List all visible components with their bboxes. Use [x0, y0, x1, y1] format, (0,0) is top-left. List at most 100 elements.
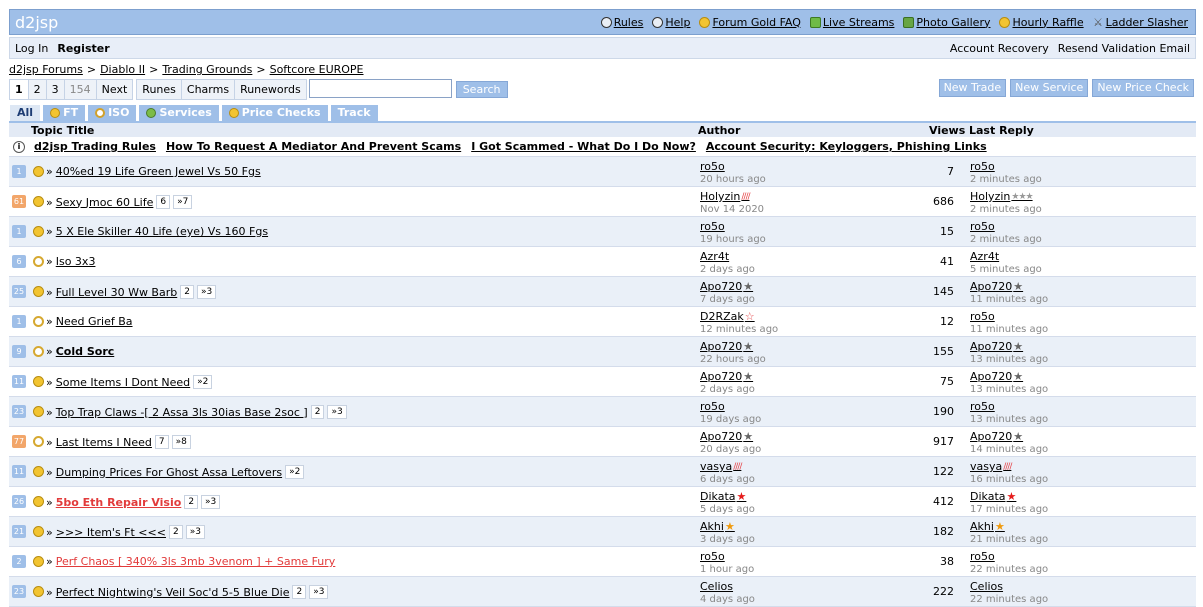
crumb-diablo[interactable]: Diablo II	[100, 63, 145, 76]
topic-title-link[interactable]: Last Items I Need	[56, 436, 152, 449]
topic-page-link[interactable]: »3	[185, 525, 205, 539]
last-reply-user-link[interactable]: Akhi	[970, 520, 994, 533]
topic-title-link[interactable]: 40%ed 19 Life Green Jewel Vs 50 Fgs	[56, 165, 261, 178]
tab-ft[interactable]: FT	[43, 105, 86, 121]
new-price-check-button[interactable]: New Price Check	[1092, 79, 1194, 97]
last-reply-user-link[interactable]: Apo720	[970, 280, 1012, 293]
table-row[interactable]: 6» Iso 3x3 Azr4t 2 days ago 41 Azr4t 5 minutes…	[9, 247, 1196, 277]
next-page-button[interactable]: Next	[95, 79, 134, 100]
topic-title-link[interactable]: Dumping Prices For Ghost Assa Leftovers	[56, 466, 282, 479]
tab-track[interactable]: Track	[330, 105, 378, 121]
topic-title-link[interactable]: Sexy Jmoc 60 Life	[56, 196, 154, 209]
tab-all[interactable]: All	[10, 105, 41, 121]
last-reply-user-link[interactable]: Holyzin	[970, 190, 1010, 203]
author-link[interactable]: vasya	[700, 460, 732, 473]
search-input[interactable]	[308, 79, 452, 98]
sticky-link[interactable]: I Got Scammed - What Do I Do Now?	[471, 140, 696, 153]
page-last[interactable]: 154	[63, 79, 97, 100]
sticky-link[interactable]: d2jsp Trading Rules	[34, 140, 156, 153]
last-reply-user-link[interactable]: ro5o	[970, 160, 995, 173]
table-row[interactable]: 1 » 40%ed 19 Life Green Jewel Vs 50 Fgs ro5…	[9, 157, 1196, 187]
filter-charms[interactable]: Charms	[180, 79, 236, 100]
search-button[interactable]: Search	[455, 81, 508, 98]
new-trade-button[interactable]: New Trade	[938, 79, 1007, 97]
tab-price-checks[interactable]: Price Checks	[221, 105, 328, 121]
author-link[interactable]: ro5o	[700, 400, 725, 413]
author-link[interactable]: Celios	[700, 580, 733, 593]
last-reply-user-link[interactable]: Apo720	[970, 340, 1012, 353]
top-link-3[interactable]: Live Streams	[809, 16, 894, 29]
top-link-5[interactable]: Hourly Raffle	[999, 16, 1084, 29]
topic-page-link[interactable]: 6	[156, 195, 171, 209]
topic-title-link[interactable]: >>> Item's Ft <<<	[56, 526, 166, 539]
topic-page-link[interactable]: »7	[173, 195, 193, 209]
topic-title-link[interactable]: Some Items I Dont Need	[56, 376, 190, 389]
last-reply-user-link[interactable]: Dikata	[970, 490, 1006, 503]
account-recovery-link[interactable]: Account Recovery	[950, 42, 1049, 55]
author-link[interactable]: ro5o	[700, 220, 725, 233]
table-row[interactable]: 2 » Perf Chaos [ 340% 3ls 3mb 3venom ] + S…	[9, 547, 1196, 577]
table-row[interactable]: 11» Some Items I Dont Need »2 Apo720 ★ 2 days…	[9, 367, 1196, 397]
topic-page-link[interactable]: 7	[154, 435, 169, 449]
crumb-trading[interactable]: Trading Grounds	[162, 63, 252, 76]
table-row[interactable]: 25» Full Level 30 Ww Barb 2 »3 Apo720 ★ 7 days…	[9, 277, 1196, 307]
last-reply-user-link[interactable]: ro5o	[970, 550, 995, 563]
topic-page-link[interactable]: »8	[171, 435, 191, 449]
topic-page-link[interactable]: »3	[201, 495, 221, 509]
topic-page-link[interactable]: »3	[327, 405, 347, 419]
topic-title-link[interactable]: Need Grief Ba	[56, 315, 133, 328]
topic-page-link[interactable]: »3	[309, 585, 329, 599]
topic-page-link[interactable]: 2	[292, 585, 307, 599]
filter-runewords[interactable]: Runewords	[234, 79, 307, 100]
tab-iso[interactable]: ISO	[88, 105, 137, 121]
topic-page-link[interactable]: 2	[184, 495, 199, 509]
tab-services[interactable]: Services	[139, 105, 219, 121]
topic-title-link[interactable]: 5 X Ele Skiller 40 Life (eye) Vs 160 Fgs	[56, 225, 268, 238]
topic-title-link[interactable]: Top Trap Claws -[ 2 Assa 3ls 30ias Base …	[56, 406, 308, 419]
filter-runes[interactable]: Runes	[136, 79, 182, 100]
topic-page-link[interactable]: 2	[168, 525, 183, 539]
page-1[interactable]: 1	[9, 79, 29, 100]
topic-page-link[interactable]: 2	[180, 285, 194, 299]
author-link[interactable]: ro5o	[700, 550, 725, 563]
top-link-1[interactable]: Help	[652, 16, 690, 29]
last-reply-user-link[interactable]: ro5o	[970, 400, 995, 413]
table-row[interactable]: 23 » Perfect Nightwing's Veil Soc'd 5-5 Bl…	[9, 577, 1196, 607]
top-link-4[interactable]: Photo Gallery	[903, 16, 990, 29]
top-link-0[interactable]: Rules	[600, 16, 643, 29]
author-link[interactable]: Akhi	[700, 520, 724, 533]
last-reply-user-link[interactable]: Azr4t	[970, 250, 999, 263]
resend-validation-link[interactable]: Resend Validation Email	[1058, 42, 1190, 55]
topic-title-link[interactable]: Iso 3x3	[56, 255, 96, 268]
table-row[interactable]: 9» Cold Sorc Apo720 ★ 22 hours ago 155 Apo720 ★…	[9, 337, 1196, 367]
topic-title-link[interactable]: Perfect Nightwing's Veil Soc'd 5-5 Blue …	[56, 586, 290, 599]
topic-title-link[interactable]: Full Level 30 Ww Barb	[56, 286, 178, 299]
last-reply-user-link[interactable]: Apo720	[970, 430, 1012, 443]
crumb-softcore-europe[interactable]: Softcore EUROPE	[270, 63, 364, 76]
table-row[interactable]: 21» >>> Item's Ft <<< 2 »3 Akhi ★ 3 days ago 18…	[9, 517, 1196, 547]
page-2[interactable]: 2	[27, 79, 47, 100]
last-reply-user-link[interactable]: vasya	[970, 460, 1002, 473]
table-row[interactable]: 23 » Top Trap Claws -[ 2 Assa 3ls 30ias Ba…	[9, 397, 1196, 427]
sticky-link[interactable]: How To Request A Mediator And Prevent Sc…	[166, 140, 461, 153]
table-row[interactable]: 77» Last Items I Need 7 »8 Apo720 ★ 20 days ag…	[9, 427, 1196, 457]
author-link[interactable]: Dikata	[700, 490, 736, 503]
author-link[interactable]: Apo720	[700, 280, 742, 293]
topic-page-link[interactable]: »2	[193, 375, 213, 389]
author-link[interactable]: Azr4t	[700, 250, 729, 263]
last-reply-user-link[interactable]: Apo720	[970, 370, 1012, 383]
author-link[interactable]: Apo720	[700, 340, 742, 353]
table-row[interactable]: 26» 5bo Eth Repair Visio 2 »3 Dikata ★ 5 days …	[9, 487, 1196, 517]
author-link[interactable]: Apo720	[700, 430, 742, 443]
top-link-6[interactable]: ⚔ Ladder Slasher	[1093, 16, 1188, 29]
sticky-link[interactable]: Account Security: Keyloggers, Phishing L…	[706, 140, 987, 153]
author-link[interactable]: Apo720	[700, 370, 742, 383]
new-service-button[interactable]: New Service	[1010, 79, 1089, 97]
topic-title-link[interactable]: 5bo Eth Repair Visio	[56, 496, 182, 509]
last-reply-user-link[interactable]: Celios	[970, 580, 1003, 593]
topic-title-link[interactable]: Perf Chaos [ 340% 3ls 3mb 3venom ] + Sam…	[56, 555, 336, 568]
author-link[interactable]: Holyzin	[700, 190, 740, 203]
page-3[interactable]: 3	[45, 79, 65, 100]
table-row[interactable]: 61» Sexy Jmoc 60 Life 6 »7 Holyzin////Nov 14…	[9, 187, 1196, 217]
topic-page-link[interactable]: 2	[310, 405, 325, 419]
